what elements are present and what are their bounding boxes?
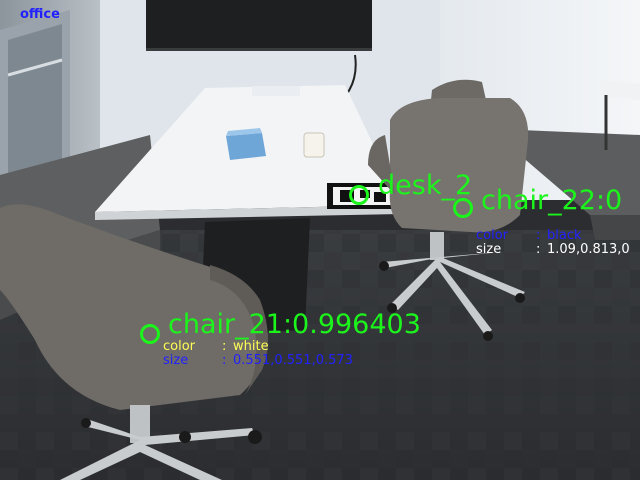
chair-22-size-value: 1.09,0.813,0 xyxy=(547,242,630,257)
chair-21-color-key: color xyxy=(163,339,196,354)
chair-21-marker-icon xyxy=(140,324,160,344)
tissue-box xyxy=(226,133,266,160)
chair-21-size-value: 0.551,0.551,0.573 xyxy=(233,353,353,368)
office-photo xyxy=(0,0,640,480)
chair-21-label: chair_21:0.996403 xyxy=(168,309,421,340)
chair-22-marker-icon xyxy=(453,198,473,218)
desk-2-marker-icon xyxy=(349,185,369,205)
paper-cup xyxy=(303,132,325,158)
tv-screen xyxy=(146,0,372,50)
scene-label: office xyxy=(20,7,60,22)
chair-22-label: chair_22:0 xyxy=(481,185,623,216)
chair-22-color-sep: : xyxy=(536,228,541,243)
chair-21-size-key: size xyxy=(163,353,189,368)
chair-21-size-sep: : xyxy=(222,353,227,368)
chair-22-size-sep: : xyxy=(536,242,541,257)
desk-2-label: desk_2 xyxy=(378,170,473,201)
chair-22-color-value: black xyxy=(547,228,582,243)
chair-22-color-key: color xyxy=(476,228,509,243)
camera-frame: office desk_2 chair_22:0 color : black s… xyxy=(0,0,640,480)
chair-21-color-value: white xyxy=(233,339,269,354)
chair-22-size-key: size xyxy=(476,242,502,257)
chair-21-color-sep: : xyxy=(222,339,227,354)
